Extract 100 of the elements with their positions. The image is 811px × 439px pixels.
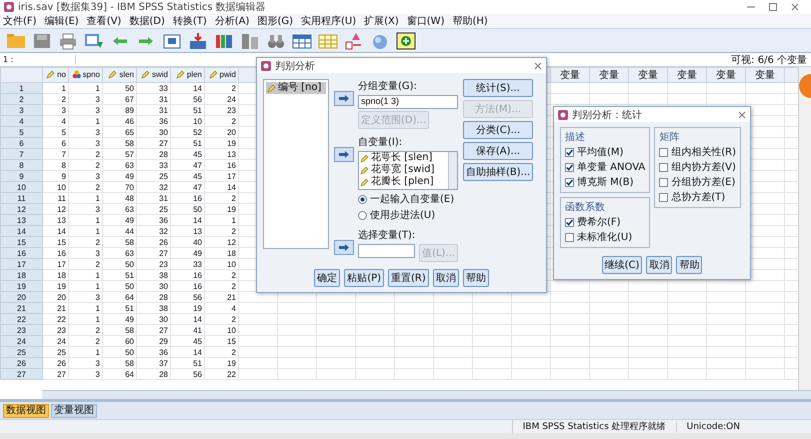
- variable-list[interactable]: 编号 [no]: [263, 79, 329, 249]
- row-number[interactable]: 11: [0, 192, 42, 204]
- dialog-button[interactable]: 统计(S)...: [463, 79, 533, 97]
- column-header[interactable]: pwid: [204, 68, 238, 82]
- selection-field[interactable]: [358, 244, 416, 258]
- menu-item[interactable]: 分析(A): [214, 14, 250, 28]
- dialog-button[interactable]: 自助抽样(B)...: [463, 163, 533, 181]
- dialog-button[interactable]: 帮助: [676, 256, 702, 274]
- independents-list[interactable]: 花萼长 [slen] 花萼宽 [swid] 花瓣长 [plen]: [358, 151, 458, 190]
- close-icon[interactable]: [791, 3, 799, 11]
- column-header[interactable]: spno: [68, 68, 102, 82]
- row-number[interactable]: 10: [0, 182, 42, 192]
- maximize-icon[interactable]: [769, 3, 777, 11]
- row-number[interactable]: 27: [0, 368, 42, 380]
- row-number[interactable]: 2: [0, 94, 42, 104]
- menu-item[interactable]: 数据(D): [129, 14, 165, 28]
- menu-item[interactable]: 图形(G): [257, 14, 293, 28]
- checkbox[interactable]: [565, 218, 574, 226]
- checkbox[interactable]: [565, 178, 574, 186]
- row-number[interactable]: 17: [0, 258, 42, 270]
- close-icon[interactable]: [738, 110, 746, 118]
- dialog-button[interactable]: 粘贴(P): [344, 269, 384, 287]
- view-tab[interactable]: 数据视图: [3, 404, 49, 418]
- row-number[interactable]: 3: [0, 104, 42, 116]
- split-icon[interactable]: [240, 32, 260, 50]
- menu-item[interactable]: 文件(F): [3, 14, 37, 28]
- row-number[interactable]: 1: [0, 82, 42, 94]
- printer-icon[interactable]: [58, 32, 78, 50]
- menu-item[interactable]: 转换(T): [172, 14, 207, 28]
- row-number[interactable]: 4: [0, 116, 42, 126]
- menu-item[interactable]: 编辑(E): [44, 14, 79, 28]
- list-item[interactable]: 花萼长 [slen]: [359, 152, 448, 164]
- list-item[interactable]: 花萼宽 [swid]: [359, 164, 448, 176]
- row-number[interactable]: 5: [0, 126, 42, 138]
- vertical-scrollbar[interactable]: [798, 67, 811, 390]
- row-number[interactable]: 25: [0, 346, 42, 358]
- row-number[interactable]: 12: [0, 204, 42, 214]
- list-item[interactable]: 花瓣长 [plen]: [359, 176, 448, 188]
- dialog-button[interactable]: 取消: [432, 269, 459, 287]
- horizontal-scrollbar[interactable]: [42, 390, 811, 399]
- plus-icon[interactable]: [396, 32, 416, 50]
- list-item[interactable]: 编号 [no]: [266, 82, 326, 94]
- close-icon[interactable]: [534, 62, 542, 70]
- grouping-field[interactable]: spno(1 3): [358, 95, 458, 109]
- column-header[interactable]: slen: [102, 68, 136, 82]
- move-button[interactable]: [334, 240, 354, 255]
- checkbox[interactable]: [659, 148, 668, 156]
- folder-icon[interactable]: [6, 32, 26, 50]
- row-number[interactable]: 24: [0, 336, 42, 346]
- dialog-button[interactable]: 确定: [314, 269, 340, 287]
- dialog-button[interactable]: 帮助: [462, 269, 489, 287]
- dialog-button[interactable]: 继续(C): [602, 256, 642, 274]
- row-number[interactable]: 15: [0, 236, 42, 248]
- column-header[interactable]: plen: [170, 68, 204, 82]
- row-number[interactable]: 20: [0, 292, 42, 302]
- column-header[interactable]: no: [42, 68, 68, 82]
- row-number[interactable]: 8: [0, 160, 42, 170]
- row-number[interactable]: 7: [0, 148, 42, 160]
- checkbox[interactable]: [659, 178, 668, 186]
- row-number[interactable]: 13: [0, 214, 42, 226]
- radio-button[interactable]: [358, 210, 367, 220]
- value-table-icon[interactable]: [318, 32, 338, 50]
- checkbox[interactable]: [659, 192, 668, 202]
- row-number[interactable]: 23: [0, 324, 42, 336]
- menu-item[interactable]: 窗口(W): [406, 14, 444, 28]
- checkbox[interactable]: [565, 162, 574, 172]
- dialog-button[interactable]: 重置(R): [388, 269, 429, 287]
- menu-item[interactable]: 帮助(H): [452, 14, 488, 28]
- checkbox[interactable]: [565, 232, 574, 242]
- row-number[interactable]: 22: [0, 314, 42, 324]
- row-number[interactable]: 19: [0, 280, 42, 292]
- column-header[interactable]: 变量: [706, 68, 746, 82]
- column-header[interactable]: 变量: [628, 68, 668, 82]
- view-tab[interactable]: 变量视图: [51, 404, 97, 418]
- row-number[interactable]: 16: [0, 248, 42, 258]
- value-labels-icon[interactable]: [344, 32, 364, 50]
- menu-item[interactable]: 扩展(X): [364, 14, 399, 28]
- row-number[interactable]: 18: [0, 270, 42, 280]
- move-button[interactable]: [334, 91, 354, 106]
- checkbox[interactable]: [659, 162, 668, 172]
- insert-case-icon[interactable]: [188, 32, 208, 50]
- table-icon[interactable]: [292, 32, 312, 50]
- menu-item[interactable]: 实用程序(U): [301, 14, 356, 28]
- dialog-recall-icon[interactable]: [84, 32, 104, 50]
- row-number[interactable]: 26: [0, 358, 42, 368]
- goto-case-icon[interactable]: [162, 32, 182, 50]
- row-number[interactable]: 21: [0, 302, 42, 314]
- column-header[interactable]: 变量: [746, 68, 784, 82]
- dialog-button[interactable]: 取消: [646, 256, 672, 274]
- column-header[interactable]: swid: [136, 68, 170, 82]
- checkbox[interactable]: [565, 148, 574, 156]
- row-number[interactable]: 14: [0, 226, 42, 236]
- menu-item[interactable]: 查看(V): [86, 14, 122, 28]
- dialog-button[interactable]: 分类(C)...: [463, 121, 533, 139]
- move-button[interactable]: [334, 147, 354, 162]
- row-number[interactable]: 6: [0, 138, 42, 148]
- radio-button[interactable]: [358, 194, 367, 204]
- column-header[interactable]: 变量: [668, 68, 706, 82]
- row-number[interactable]: 9: [0, 170, 42, 182]
- column-header[interactable]: 变量: [550, 68, 590, 82]
